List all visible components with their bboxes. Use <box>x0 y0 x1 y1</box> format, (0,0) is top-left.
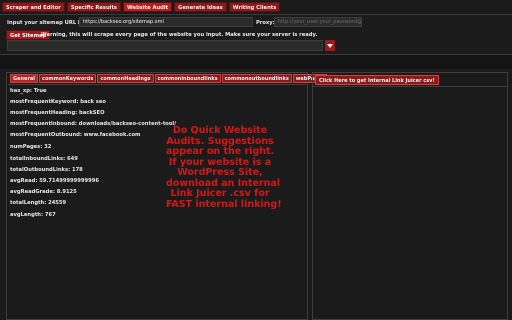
caret-down-icon[interactable] <box>325 40 335 51</box>
stat-total-length: totalLength: 24559 <box>10 200 67 206</box>
stat-avg-read: avgRead: 59.71499999999996 <box>10 178 99 184</box>
promo-line: Do Quick Website <box>172 125 268 136</box>
audit-tab-common-outbound-links[interactable]: commonoutboundlinks <box>221 74 292 83</box>
audit-tab-common-keywords[interactable]: commonKeywords <box>39 74 97 83</box>
proxy-input[interactable]: http://your_user:your_password@yo <box>274 17 362 27</box>
promo-line: Link Juicer .csv for <box>170 188 270 199</box>
stat-total-inbound-links: totalInboundLinks: 649 <box>10 156 78 162</box>
tab-writing-clients[interactable]: Writing Clients <box>228 2 281 12</box>
audit-promo-text: Do Quick Website Audits. Suggestions app… <box>166 125 282 210</box>
promo-line: WordPress Site, <box>177 167 263 178</box>
sitemap-url-input[interactable]: https://backseo.org/sitemap.xml <box>79 17 253 27</box>
promo-line: appear on the right. <box>166 146 275 157</box>
proxy-label: Proxy: <box>256 20 275 26</box>
get-link-juicer-csv-button[interactable]: Click Here to get Internal Link Juicer c… <box>315 75 439 85</box>
promo-line: FAST internal linking! <box>166 198 282 210</box>
audit-tab-general[interactable]: General <box>10 74 38 83</box>
stat-most-frequent-heading: mostFrequentHeading: backSEO <box>10 110 105 116</box>
tab-website-audit[interactable]: Website Audit <box>123 2 173 12</box>
stat-num-pages: numPages: 32 <box>10 144 52 150</box>
main-tab-bar: Scraper and Editor Specific Results Webs… <box>2 2 281 12</box>
tab-generate-ideas[interactable]: Generate Ideas <box>174 2 227 12</box>
stat-avg-length: avgLength: 767 <box>10 212 56 218</box>
audit-tab-common-headings[interactable]: commonHeadings <box>97 74 154 83</box>
stat-most-frequent-outbound: mostFrequentOutbound: www.facebook.com <box>10 132 141 138</box>
tab-divider <box>0 14 512 15</box>
stat-avg-read-grade: avgReadGrade: 8.9125 <box>10 189 77 195</box>
stat-total-outbound-links: totalOutboundLinks: 178 <box>10 167 83 173</box>
audit-tab-bar: General commonKeywords commonHeadings co… <box>10 74 328 83</box>
juicer-underline <box>313 86 507 87</box>
spacer-band <box>0 55 512 69</box>
stat-most-frequent-inbound: mostFrequentInbound: downloads/backseo-c… <box>10 121 177 127</box>
sitemap-dropdown[interactable] <box>7 40 323 51</box>
warning-text: Warning, this will scrape every page of … <box>41 32 318 38</box>
tab-specific-results[interactable]: Specific Results <box>66 2 122 12</box>
link-juicer-panel <box>312 72 508 320</box>
stat-has-xp: has_xp: True <box>10 88 47 94</box>
audit-tab-underline <box>8 84 306 85</box>
audit-tab-common-inbound-links[interactable]: commoninboundlinks <box>154 74 221 83</box>
stat-most-frequent-keyword: mostFrequentKeyword: back seo <box>10 99 106 105</box>
tab-scraper-editor[interactable]: Scraper and Editor <box>2 2 65 12</box>
